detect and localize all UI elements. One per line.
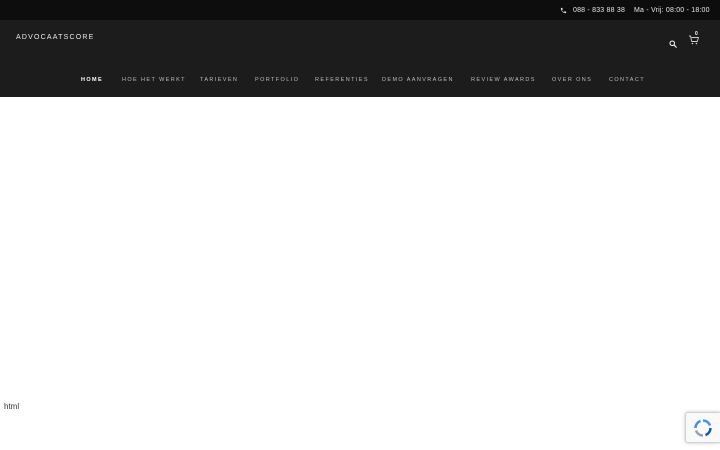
nav-item-portfolio[interactable]: Portfolio — [255, 74, 299, 86]
nav-item-review-awards[interactable]: Review Awards — [471, 74, 536, 86]
nav-item-home[interactable]: Home — [81, 74, 103, 86]
nav-item-demo-aanvragen[interactable]: Demo aanvragen — [382, 74, 454, 86]
nav-item-contact[interactable]: Contact — [609, 74, 645, 86]
main-navigation: Home Hoe het werkt Tarieven Portfolio Re… — [0, 74, 720, 86]
phone-icon — [560, 7, 567, 14]
top-bar: 088 - 833 88 38 Ma - Vrij: 08:00 - 18:00 — [0, 0, 720, 20]
nav-item-over-ons[interactable]: Over ons — [552, 74, 592, 86]
phone-contact[interactable]: 088 - 833 88 38 — [560, 0, 625, 20]
nav-item-tarieven[interactable]: Tarieven — [200, 74, 238, 86]
site-logo[interactable]: ADVOCAATSCORE — [16, 34, 94, 41]
recaptcha-badge[interactable] — [685, 412, 720, 443]
opening-hours: Ma - Vrij: 08:00 - 18:00 — [634, 6, 710, 14]
recaptcha-icon — [694, 419, 712, 437]
phone-number[interactable]: 088 - 833 88 38 — [573, 7, 625, 14]
nav-item-hoe-het-werkt[interactable]: Hoe het werkt — [122, 74, 186, 86]
cart-icon[interactable] — [688, 33, 700, 45]
search-icon[interactable] — [669, 35, 677, 48]
nav-item-referenties[interactable]: Referenties — [315, 74, 369, 86]
cart-count-badge: 0 — [695, 31, 698, 37]
page-content-text: html — [4, 402, 20, 411]
site-header: ADVOCAATSCORE 0 Home Hoe het werkt Tarie… — [0, 20, 720, 97]
